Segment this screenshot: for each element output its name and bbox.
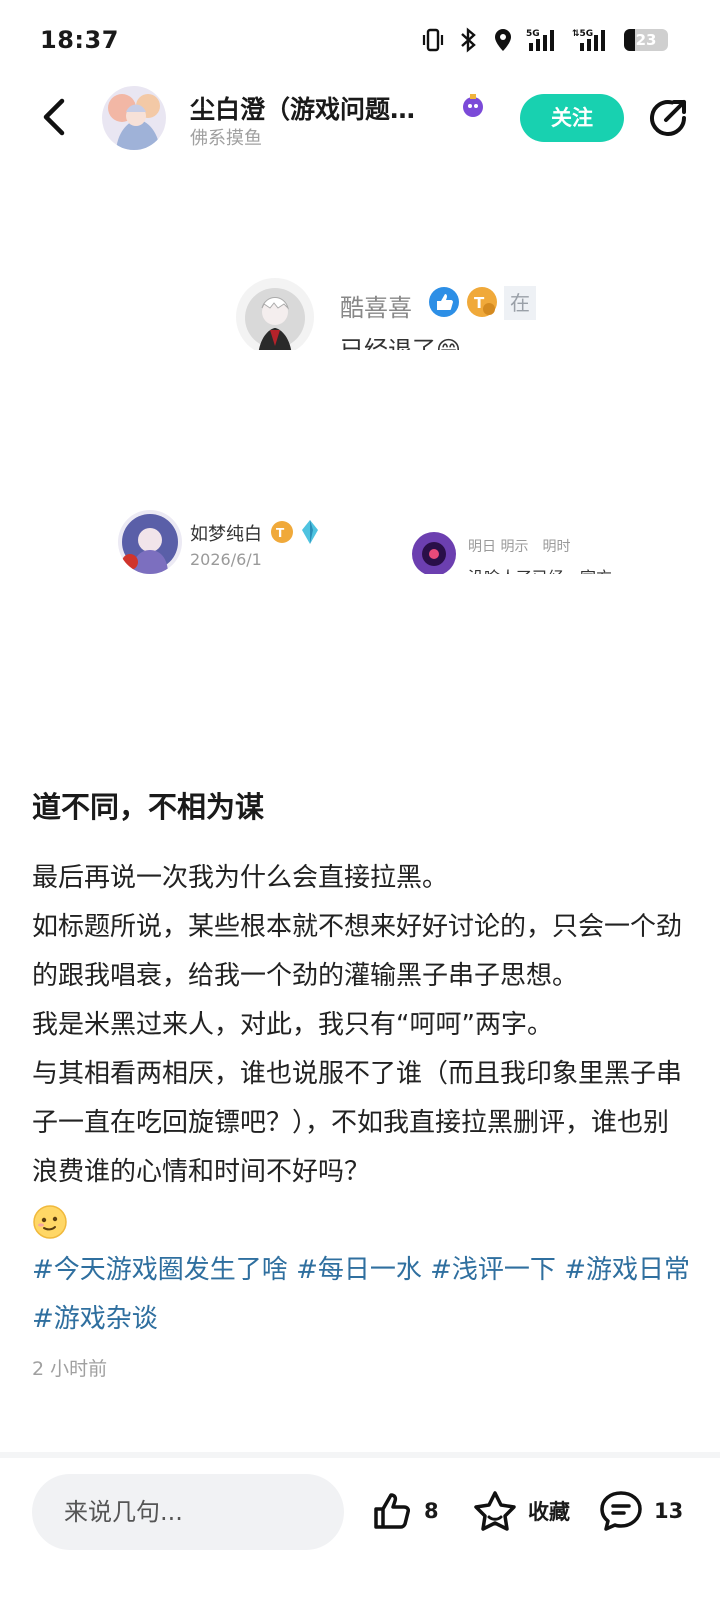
- snippet-cut-text: 没啥人了已经，官方: [468, 564, 612, 574]
- smile-emoji-icon: [33, 1204, 67, 1239]
- screenshot-snippet-1[interactable]: 酷喜喜 T 在 已经退了😄: [232, 278, 538, 350]
- potion-badge-icon: [463, 94, 483, 117]
- back-button[interactable]: [30, 94, 76, 140]
- like-count: 8: [424, 1499, 439, 1523]
- snippet-cut-text: 已经退了😄: [340, 336, 462, 350]
- snippet-avatar: [118, 510, 182, 574]
- bottom-action-bar: 8 收藏 13: [0, 1458, 720, 1608]
- vibrate-icon: [422, 28, 444, 52]
- signal-5g-icon-2: ⇅5G: [572, 29, 605, 51]
- battery-icon: 23: [624, 29, 668, 51]
- post-time: 2 小时前: [32, 1358, 108, 1380]
- comment-count: 13: [654, 1499, 684, 1523]
- svg-text:T: T: [276, 526, 285, 540]
- like-icon: [374, 1493, 410, 1529]
- battery-level: 23: [635, 31, 657, 49]
- back-arrow-icon: [43, 98, 65, 136]
- share-icon: [650, 100, 686, 136]
- snippet-username: 酷喜喜: [340, 294, 412, 322]
- status-icons: 5G ⇅5G 23: [420, 24, 668, 56]
- location-icon: [495, 29, 511, 51]
- like-button[interactable]: 8: [370, 1486, 439, 1536]
- svg-text:⇅5G: ⇅5G: [572, 29, 593, 39]
- post-paragraph: 如标题所说，某些根本就不想来好好讨论的，只会一个劲的跟我唱衰，给我一个劲的灌输黑…: [32, 912, 683, 991]
- snippet-avatar: [236, 278, 314, 350]
- topic-tag[interactable]: #每日一水: [296, 1255, 422, 1285]
- topic-tag[interactable]: #游戏杂谈: [32, 1304, 158, 1334]
- comment-icon: [600, 1491, 642, 1531]
- screenshot-snippet-2[interactable]: 如梦纯白 T 2026/6/1: [118, 510, 338, 582]
- author-avatar[interactable]: [102, 86, 166, 150]
- status-time: 18:37: [40, 26, 119, 54]
- crystal-badge-icon: [302, 520, 318, 544]
- favorite-button[interactable]: 收藏: [472, 1486, 570, 1536]
- topic-tag[interactable]: #浅评一下: [430, 1255, 556, 1285]
- post-images[interactable]: 酷喜喜 T 在 已经退了😄 如梦纯白 T 2026/6/1 明日 明示 明时: [0, 160, 720, 770]
- snippet-date: 2026/6/1: [190, 550, 262, 569]
- screenshot-snippet-3[interactable]: 明日 明示 明时 没啥人了已经，官方: [410, 518, 632, 574]
- share-button[interactable]: [646, 96, 690, 140]
- author-subtitle: 佛系摸鱼: [190, 128, 262, 149]
- star-icon: [474, 1491, 516, 1531]
- follow-button[interactable]: 关注: [520, 94, 624, 142]
- post-paragraph: 与其相看两相厌，谁也说服不了谁（而且我印象里黑子串子一直在吃回旋镖吧？），不如我…: [32, 1059, 683, 1187]
- signal-5g-icon: 5G: [526, 29, 554, 51]
- favorite-label: 收藏: [528, 1500, 570, 1524]
- snippet-username: 如梦纯白: [190, 524, 262, 545]
- level-badge-icon: T: [467, 287, 497, 317]
- author-name[interactable]: 尘白澄（游戏问题…: [190, 90, 440, 126]
- bluetooth-icon: [461, 27, 476, 53]
- snippet-avatar: [410, 530, 458, 574]
- snippet-tag: 在: [504, 286, 536, 320]
- topic-tag[interactable]: #游戏日常: [564, 1255, 690, 1285]
- emoji-line: [32, 1197, 692, 1246]
- topic-tag[interactable]: #今天游戏圈发生了啥: [32, 1255, 288, 1285]
- topic-tags: #今天游戏圈发生了啥 #每日一水 #浅评一下 #游戏日常 #游戏杂谈: [32, 1246, 692, 1344]
- post-content: 道不同，不相为谋 最后再说一次我为什么会直接拉黑。 如标题所说，某些根本就不想来…: [32, 786, 692, 1381]
- snippet-username: 明日 明示 明时: [468, 539, 571, 555]
- post-title: 道不同，不相为谋: [32, 790, 265, 824]
- svg-text:5G: 5G: [526, 29, 540, 39]
- post-paragraph: 最后再说一次我为什么会直接拉黑。: [32, 863, 449, 893]
- status-bar: 18:37 5G ⇅5G 23: [0, 0, 720, 80]
- comment-input[interactable]: [32, 1474, 344, 1550]
- post-header: 尘白澄（游戏问题… 佛系摸鱼 关注: [0, 80, 720, 160]
- thumbs-up-badge-icon: [429, 287, 459, 317]
- post-body: 最后再说一次我为什么会直接拉黑。 如标题所说，某些根本就不想来好好讨论的，只会一…: [32, 854, 692, 1246]
- comment-button[interactable]: 13: [598, 1486, 683, 1536]
- post-paragraph: 我是米黑过来人，对此，我只有“呵呵”两字。: [32, 1010, 553, 1040]
- level-badge-icon: T: [271, 521, 293, 543]
